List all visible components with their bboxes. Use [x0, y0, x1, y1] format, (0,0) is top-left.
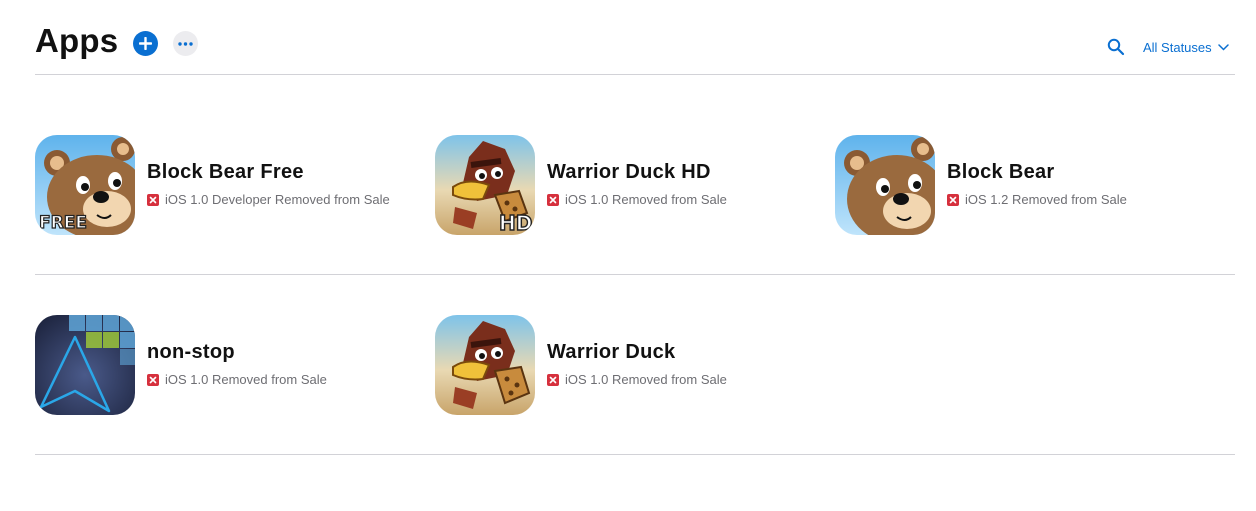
- duck-icon: HD: [435, 135, 535, 235]
- apps-row: non-stop iOS 1.0 Removed from Sale Warri…: [35, 275, 1235, 455]
- arrow-blocks-icon: [35, 315, 135, 415]
- app-name: Warrior Duck HD: [547, 161, 711, 183]
- app-platform: iOS 1.0: [165, 372, 209, 387]
- chevron-down-icon: [1217, 44, 1229, 51]
- status-filter-label: All Statuses: [1143, 40, 1212, 55]
- app-status: iOS 1.0 Developer Removed from Sale: [147, 192, 390, 207]
- app-name: Warrior Duck: [547, 341, 676, 363]
- free-badge-text: FREE: [39, 213, 87, 233]
- plus-icon: [139, 37, 152, 50]
- search-icon[interactable]: [1107, 38, 1125, 56]
- app-status-text: Developer Removed from Sale: [211, 192, 390, 207]
- app-name: Block Bear Free: [147, 161, 304, 183]
- app-status: iOS 1.2 Removed from Sale: [947, 192, 1127, 207]
- apps-row: FREE Block Bear Free iOS 1.0 Developer R…: [35, 95, 1235, 275]
- bear-icon: [835, 135, 935, 235]
- app-card[interactable]: non-stop iOS 1.0 Removed from Sale: [35, 315, 415, 415]
- app-platform: iOS 1.0: [165, 192, 209, 207]
- removed-icon: [547, 373, 559, 386]
- app-platform: iOS 1.2: [965, 192, 1009, 207]
- app-card[interactable]: Block Bear iOS 1.2 Removed from Sale: [835, 135, 1215, 235]
- app-status: iOS 1.0 Removed from Sale: [547, 372, 727, 387]
- app-name: Block Bear: [947, 161, 1055, 183]
- app-platform: iOS 1.0: [565, 192, 609, 207]
- app-card[interactable]: HD Warrior Duck HD iOS 1.0 Removed from …: [435, 135, 815, 235]
- app-status: iOS 1.0 Removed from Sale: [147, 372, 327, 387]
- removed-icon: [147, 373, 159, 386]
- more-options-button[interactable]: [173, 31, 198, 56]
- status-filter-dropdown[interactable]: All Statuses: [1143, 40, 1229, 55]
- app-status-text: Removed from Sale: [1011, 192, 1127, 207]
- removed-icon: [147, 193, 159, 206]
- add-app-button[interactable]: [133, 31, 158, 56]
- ellipsis-icon: [178, 41, 193, 46]
- app-status: iOS 1.0 Removed from Sale: [547, 192, 727, 207]
- hd-badge-text: HD: [499, 211, 532, 235]
- bear-icon: FREE: [35, 135, 135, 235]
- app-card[interactable]: FREE Block Bear Free iOS 1.0 Developer R…: [35, 135, 415, 235]
- app-card[interactable]: Warrior Duck iOS 1.0 Removed from Sale: [435, 315, 815, 415]
- app-status-text: Removed from Sale: [611, 372, 727, 387]
- removed-icon: [947, 193, 959, 206]
- app-status-text: Removed from Sale: [611, 192, 727, 207]
- page-title: Apps: [35, 22, 119, 59]
- app-platform: iOS 1.0: [565, 372, 609, 387]
- duck-icon: [435, 315, 535, 415]
- app-name: non-stop: [147, 341, 235, 363]
- app-status-text: Removed from Sale: [211, 372, 327, 387]
- page-header: Apps All Statuses: [35, 18, 1235, 75]
- removed-icon: [547, 193, 559, 206]
